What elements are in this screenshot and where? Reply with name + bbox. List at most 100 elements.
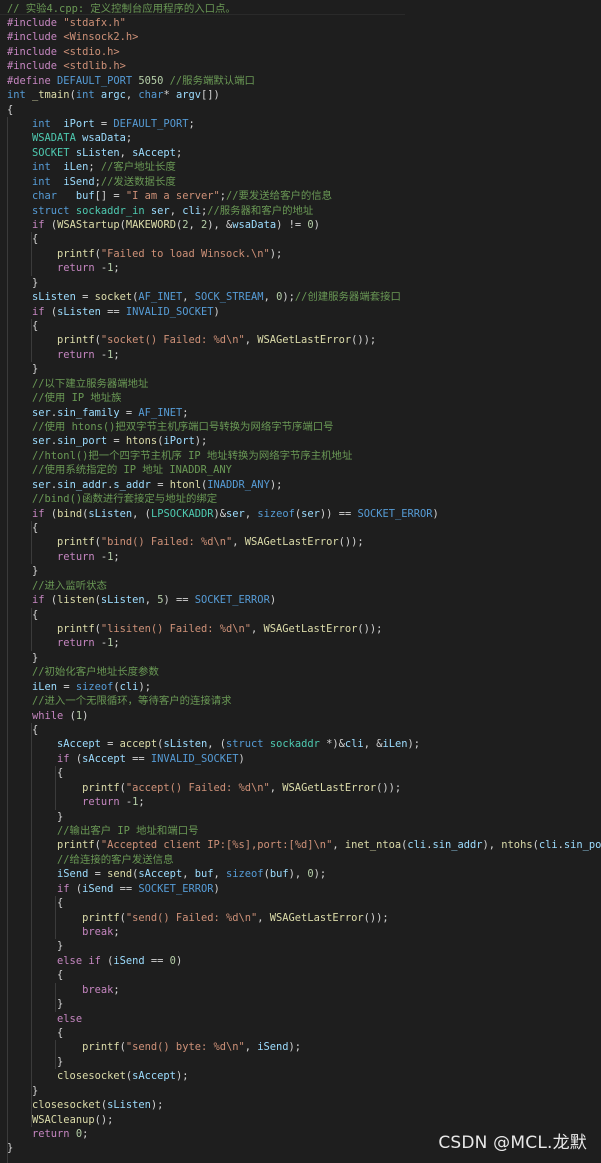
code-token: ; [88,161,101,174]
code-line: } [7,564,38,578]
code-token: printf [57,334,95,347]
code-line: ser.sin_port = htons(iPort); [7,434,207,448]
code-line: printf("Failed to load Winsock.\n"); [7,247,282,261]
code-token: closesocket [57,1070,126,1083]
code-token: argv [175,89,201,102]
code-token: if [32,305,51,318]
code-token: , [125,89,139,102]
code-line: int iPort = DEFAULT_PORT; [7,117,195,131]
code-line: closesocket(sAccept); [7,1069,188,1083]
code-token: printf [57,536,95,549]
code-token: , [257,911,270,924]
code-token: else if [57,954,108,967]
code-token: htons [125,435,158,448]
code-token: "accept() Failed: %d\n" [125,781,270,794]
code-token: break [82,983,114,996]
code-token: ()); [357,622,383,635]
code-token: s_addr [113,478,151,491]
code-token: ; [82,1128,89,1141]
code-line: ser.sin_family = AF_INET; [7,406,188,420]
code-line: printf("socket() Failed: %d\n", WSAGetLa… [7,333,376,347]
code-token: #include [7,45,64,58]
code-token: { [7,103,14,116]
code-editor[interactable]: // 实验4.cpp: 定义控制台应用程序的入口点。 #include "stda… [0,0,601,1163]
code-line: int _tmain(int argc, char* argv[]) [7,88,220,102]
code-line: //初始化客户地址长度参数 [7,665,159,679]
code-token: sListen [57,305,101,318]
code-token: iSend [57,868,89,881]
code-token: sockaddr [269,738,327,751]
code-line: //使用 IP 地址族 [7,391,122,405]
code-token: = [75,291,95,304]
code-token: SOCKET_ERROR [138,882,214,895]
code-token: "stdafx.h" [63,16,126,29]
code-token: #include [7,60,64,73]
code-token: int [75,89,101,102]
code-token: iPort [163,435,195,448]
code-token: []) [201,89,220,102]
code-token: printf [57,839,95,852]
code-token: { [7,897,64,910]
code-token: ; [113,262,120,275]
code-line: { [7,1026,63,1040]
code-line: #include "stdafx.h" [7,16,126,30]
code-token: printf [82,1041,120,1054]
code-line: //进入监听状态 [7,579,107,593]
code-token: ) [269,594,277,607]
code-line: ser.sin_addr.s_addr = htonl(INADDR_ANY); [7,478,282,492]
code-line: { [7,896,63,910]
code-token: MAKEWORD [125,218,176,231]
code-token: //创建服务器端套接口 [294,291,401,304]
code-token: buf [75,190,95,203]
code-line: break; [7,925,120,939]
code-line: } [7,1141,13,1155]
code-token: sin_family [57,406,120,419]
code-token: socket [94,291,133,304]
code-token: sListen [32,291,76,304]
code-token: == [100,305,126,318]
code-token: SOCKET [32,146,76,159]
code-token: SOCKET_ERROR [194,594,270,607]
code-token: ser [301,507,320,520]
code-token: = [88,868,108,881]
code-token: cli [119,680,139,693]
code-line: iLen = sizeof(cli); [7,680,151,694]
code-line: //进入一个无限循环，等待客户的连接请求 [7,694,232,708]
code-token: inet_ntoa [344,839,402,852]
code-token: ; [113,550,120,563]
code-token: , [232,536,245,549]
code-token: if [57,882,76,895]
code-token: )& [213,507,227,520]
code-token: } [7,276,39,289]
code-token: //初始化客户地址长度参数 [32,666,159,679]
code-token: if [32,594,51,607]
code-token: { [7,608,39,621]
code-token: WSAStartup [57,218,120,231]
code-token: return [82,796,126,809]
code-token: ; [113,348,120,361]
code-token: , [213,868,227,881]
code-token: //使用 IP 地址族 [32,392,122,405]
code-token: return [32,1128,76,1141]
code-token: closesocket [32,1099,101,1112]
code-token: { [7,233,39,246]
code-token: ) [82,709,89,722]
code-line: { [7,232,38,246]
code-line: char buf[] = "I am a server";//要发送给客户的信息 [7,189,332,203]
